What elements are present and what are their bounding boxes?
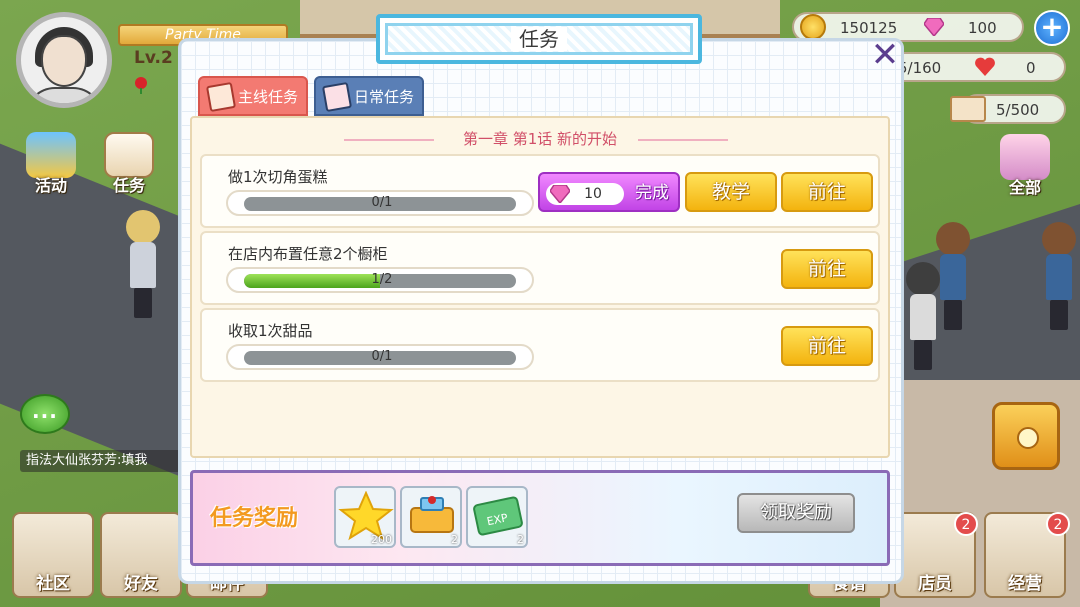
go-button[interactable]: 前往: [781, 172, 873, 212]
community-label: 社区: [36, 574, 70, 594]
activity-label: 活动: [34, 176, 67, 195]
reward-count: 2: [451, 533, 458, 546]
community-button[interactable]: 社区: [12, 512, 94, 598]
task-row: 在店内布置任意2个橱柜 1/2: [200, 231, 880, 305]
go-button[interactable]: 前往: [781, 249, 873, 289]
heart-count: 0: [1026, 59, 1036, 77]
progress-text: 0/1: [371, 349, 393, 364]
task-name: 收取1次甜品: [228, 322, 313, 340]
task-label: 任务: [112, 176, 145, 195]
tab-main-quests[interactable]: 主线任务: [198, 76, 308, 116]
progress-text: 0/1: [371, 195, 393, 210]
tab-daily-quests[interactable]: 日常任务: [314, 76, 424, 116]
friends-label: 好友: [124, 574, 158, 594]
chat-button[interactable]: ···: [20, 394, 70, 434]
book-stack-icon: [950, 96, 986, 122]
reward-count: 2: [517, 533, 524, 546]
calendar-icon: [321, 81, 353, 113]
all-label: 全部: [1008, 178, 1041, 197]
all-button[interactable]: 全部: [990, 134, 1060, 214]
task-progress: 0/1: [226, 344, 534, 370]
reward-label: 任务奖励: [210, 506, 299, 531]
coin-icon: [800, 14, 826, 40]
scroll-icon: [205, 81, 237, 113]
energy-count: 5/160: [898, 59, 942, 77]
book-count: 5/500: [996, 101, 1040, 119]
gem-icon: [550, 185, 570, 203]
player-level: Lv.2: [134, 48, 173, 68]
task-name: 在店内布置任意2个橱柜: [228, 245, 388, 263]
manage-label: 经营: [1008, 574, 1042, 594]
add-currency-button[interactable]: +: [1034, 10, 1070, 46]
friends-button[interactable]: 好友: [100, 512, 182, 598]
tutorial-button[interactable]: 教学: [685, 172, 777, 212]
gem-count: 100: [968, 19, 997, 37]
reward-item-exp[interactable]: EXP 2: [466, 486, 528, 548]
reward-item-star[interactable]: 200: [334, 486, 396, 548]
staff-badge: 2: [954, 512, 978, 536]
tab-daily-label: 日常任务: [354, 88, 415, 106]
claim-reward-button[interactable]: 领取奖励: [737, 493, 855, 533]
reward-gem-count: 10: [584, 186, 602, 202]
reward-item-register[interactable]: 2: [400, 486, 462, 548]
resource-bar-middle: 5/160 0: [880, 52, 1066, 82]
progress-text: 1/2: [371, 272, 393, 287]
heart-icon: [975, 57, 995, 76]
tips-button[interactable]: [992, 402, 1060, 470]
activity-button[interactable]: 活动: [16, 132, 86, 212]
task-progress: 1/2: [226, 267, 534, 293]
reward-count: 200: [371, 533, 392, 546]
close-icon[interactable]: ✕: [868, 38, 902, 74]
chapter-heading: 第一章 第1话 新的开始: [462, 130, 618, 148]
go-button[interactable]: 前往: [781, 326, 873, 366]
cash-register-icon: [410, 496, 454, 533]
staff-label: 店员: [918, 574, 952, 594]
gem-icon: [924, 18, 944, 36]
task-progress: 0/1: [226, 190, 534, 216]
task-name: 做1次切角蛋糕: [228, 168, 328, 186]
modal-title: 任务: [376, 14, 702, 64]
lightbulb-icon: [1017, 427, 1039, 449]
complete-button[interactable]: 10 完成: [538, 172, 680, 212]
manage-badge: 2: [1046, 512, 1070, 536]
rose-icon: [135, 77, 147, 94]
avatar[interactable]: [16, 12, 112, 108]
tab-main-label: 主线任务: [238, 88, 299, 106]
task-row: 收取1次甜品 0/1: [200, 308, 880, 382]
task-button[interactable]: 任务: [94, 132, 164, 212]
chat-dots: ···: [32, 404, 58, 428]
complete-label: 完成: [635, 183, 669, 203]
